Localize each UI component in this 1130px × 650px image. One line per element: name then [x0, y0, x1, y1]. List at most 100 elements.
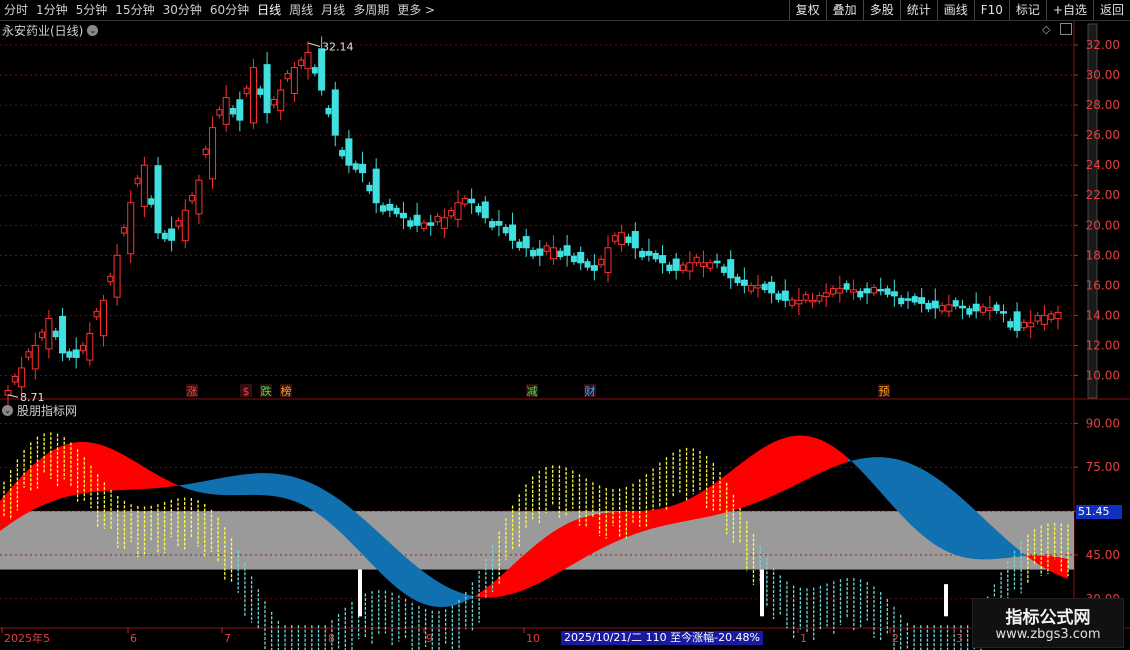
- signal-bar: [944, 584, 948, 617]
- candle-body: [522, 236, 530, 249]
- candle-body: [1034, 315, 1041, 322]
- candle-body: [509, 224, 517, 241]
- indicator-axis-label: 90.00: [1086, 416, 1120, 430]
- candle-body: [781, 290, 789, 301]
- candle-body: [959, 305, 967, 309]
- candle-body: [625, 236, 632, 243]
- candle-body: [1007, 321, 1014, 328]
- time-axis-label: 9: [426, 632, 433, 645]
- candle-body: [189, 195, 196, 202]
- candle-body: [413, 214, 421, 226]
- candle-body: [672, 258, 680, 271]
- candle-body: [304, 52, 312, 70]
- candle-body: [748, 285, 755, 292]
- candle-body: [475, 206, 482, 213]
- candle-body: [693, 256, 700, 264]
- time-axis-label: 1: [800, 632, 807, 645]
- candle-body: [216, 109, 223, 116]
- candle-body: [380, 205, 386, 212]
- date-readout: 2025/10/21/二 110 至今涨幅-20.48%: [561, 631, 764, 645]
- chart-canvas[interactable]: 32.00 30.00 28.00 26.00 24.00 22.00 20.00 18.00…: [0, 0, 1130, 650]
- candle-body: [590, 265, 598, 271]
- candle-body: [699, 262, 707, 267]
- candle-body: [440, 217, 448, 229]
- candle-body: [86, 332, 94, 361]
- candle-body: [816, 295, 823, 302]
- price-axis-label: 22.00: [1086, 188, 1120, 202]
- candle-body: [339, 149, 346, 157]
- candle-body: [359, 163, 367, 174]
- candle-body: [39, 331, 46, 339]
- candle-body: [481, 201, 489, 219]
- candle-body: [127, 202, 135, 255]
- time-axis-label: 2: [892, 632, 899, 645]
- candle-body: [11, 376, 18, 383]
- candle-body: [454, 202, 462, 220]
- candle-body: [849, 289, 857, 293]
- candle-body: [66, 351, 73, 358]
- candle-body: [789, 299, 796, 306]
- candle-body: [434, 215, 441, 223]
- candle-body: [904, 298, 912, 301]
- candle-body: [399, 212, 407, 219]
- candle-body: [386, 203, 394, 211]
- candle-body: [372, 168, 380, 204]
- candle-body: [549, 247, 557, 260]
- candle-body: [495, 221, 503, 226]
- candle-body: [843, 283, 850, 290]
- price-axis-label: 16.00: [1086, 278, 1120, 292]
- candle-body: [277, 89, 285, 112]
- candle-body: [618, 232, 626, 245]
- candle-body: [877, 288, 885, 292]
- candle-body: [1027, 322, 1035, 328]
- candle-body: [1054, 311, 1062, 320]
- candle-body: [72, 349, 80, 358]
- candle-body: [830, 288, 836, 295]
- candle-body: [154, 165, 162, 234]
- candle-body: [720, 266, 727, 273]
- candle-body: [986, 307, 994, 311]
- high-annotation: 32.14: [322, 41, 354, 54]
- price-axis-label: 30.00: [1086, 68, 1120, 82]
- candle-body: [639, 250, 646, 258]
- event-marker: 预: [879, 385, 890, 398]
- watermark: 指标公式网 www.zbgs3.com: [972, 598, 1124, 648]
- signal-bar: [760, 569, 764, 617]
- candle-body: [966, 308, 973, 315]
- candle-body: [222, 97, 230, 125]
- candle-body: [352, 163, 359, 170]
- candle-body: [468, 198, 476, 204]
- candle-body: [980, 306, 986, 313]
- candle-body: [4, 389, 12, 396]
- candle-body: [857, 290, 864, 298]
- candle-body: [407, 220, 414, 227]
- candle-body: [134, 177, 141, 185]
- candle-body: [884, 288, 891, 295]
- signal-bar: [358, 569, 362, 617]
- event-marker: 财: [585, 384, 596, 398]
- candle-body: [993, 304, 1000, 311]
- candle-body: [257, 88, 264, 95]
- candle-body: [604, 247, 612, 273]
- price-axis-label: 24.00: [1086, 158, 1120, 172]
- candle-body: [530, 249, 536, 257]
- candle-body: [113, 254, 121, 298]
- candle-body: [795, 299, 803, 305]
- candle-body: [536, 248, 544, 256]
- time-axis-label: 7: [224, 632, 231, 645]
- candle-body: [489, 221, 496, 228]
- candle-body: [931, 300, 939, 309]
- candle-body: [802, 294, 809, 301]
- indicator-cursor-value: 51.45: [1076, 505, 1122, 519]
- candle-body: [543, 245, 550, 252]
- candle-body: [393, 207, 400, 215]
- candle-body: [952, 300, 959, 307]
- candle-body: [1048, 313, 1055, 320]
- candle-body: [1020, 321, 1027, 329]
- candle-body: [911, 296, 918, 303]
- watermark-title: 指标公式网: [1005, 608, 1091, 628]
- candle-body: [290, 67, 298, 94]
- candle-body: [120, 227, 127, 234]
- candle-body: [325, 107, 332, 115]
- time-axis-label: 10: [526, 632, 540, 645]
